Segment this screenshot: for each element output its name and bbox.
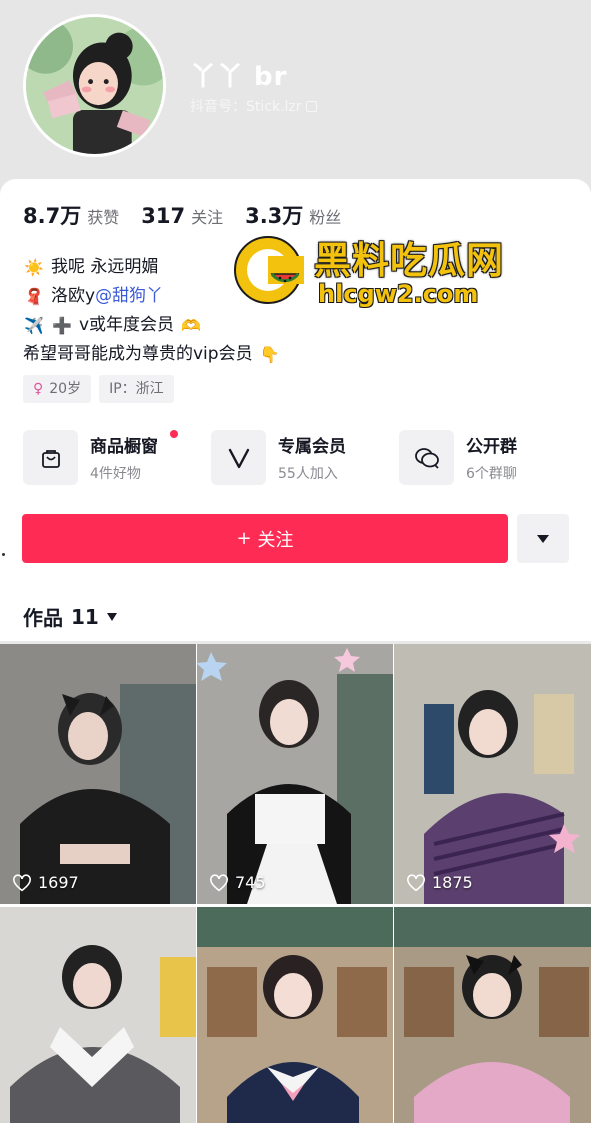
avatar[interactable] bbox=[23, 14, 166, 157]
follow-button[interactable]: + 关注 bbox=[22, 514, 508, 563]
service-title: 商品橱窗 bbox=[90, 437, 158, 457]
stat-value: 8.7万 bbox=[23, 204, 82, 228]
stat-label: 关注 bbox=[191, 208, 224, 227]
stat-label: 粉丝 bbox=[309, 208, 342, 227]
service-group-chat[interactable]: 公开群 6个群聊 bbox=[399, 430, 571, 485]
mention-link[interactable]: @甜狗丫 bbox=[95, 286, 163, 306]
like-count: 1697 bbox=[12, 873, 79, 892]
service-title: 专属会员 bbox=[278, 437, 346, 457]
tab-label: 作品 bbox=[23, 606, 63, 630]
tab-works[interactable]: 作品 11 bbox=[23, 602, 117, 631]
like-count-text: 1875 bbox=[432, 873, 473, 892]
service-subtitle: 55人加入 bbox=[278, 466, 338, 482]
bio-text: 我呢 永远明媚 bbox=[51, 257, 159, 277]
like-count-text: 745 bbox=[235, 873, 266, 892]
video-thumbnail[interactable]: 1875 bbox=[394, 644, 591, 904]
service-showcase[interactable]: 商品橱窗 4件好物 bbox=[23, 430, 211, 485]
service-membership[interactable]: 专属会员 55人加入 bbox=[211, 430, 399, 485]
stat-following[interactable]: 317 关注 bbox=[141, 204, 223, 228]
video-preview-image bbox=[197, 644, 393, 904]
chat-group-icon bbox=[399, 430, 454, 485]
notification-dot bbox=[170, 430, 178, 438]
like-count: 745 bbox=[209, 873, 266, 892]
point-down-icon: 👇 bbox=[259, 344, 280, 364]
video-preview-image bbox=[0, 907, 196, 1123]
bio-line-3: ✈️ ➕ v或年度会员 🫶 bbox=[23, 311, 281, 340]
video-preview-image bbox=[0, 644, 196, 904]
stats-row: 8.7万 获赞 317 关注 3.3万 粉丝 bbox=[23, 200, 341, 230]
nickname: 丫丫 br bbox=[190, 62, 288, 92]
stat-followers[interactable]: 3.3万 粉丝 bbox=[245, 200, 341, 230]
bio-text: 洛欧y@甜狗丫 bbox=[51, 282, 163, 311]
bio-text: 希望哥哥能成为尊贵的vip会员 bbox=[23, 344, 253, 364]
profile-tags: ♀ 20岁 IP：浙江 bbox=[23, 375, 174, 403]
like-count-text: 1697 bbox=[38, 873, 79, 892]
service-subtitle: 4件好物 bbox=[90, 466, 141, 482]
bio-line-4: 希望哥哥能成为尊贵的vip会员 👇 bbox=[23, 340, 281, 369]
chevron-down-icon bbox=[106, 612, 117, 621]
video-thumbnail[interactable] bbox=[394, 907, 591, 1123]
plus-icon: + bbox=[236, 528, 252, 549]
tag-text: 20岁 bbox=[49, 381, 82, 397]
profile-header: 丫丫 br 抖音号：Stick.lzr bbox=[0, 0, 591, 200]
ip-tag: IP：浙江 bbox=[99, 375, 174, 403]
airplane-icon: ✈️ bbox=[24, 315, 44, 335]
bio-text-part: 洛欧y bbox=[51, 286, 96, 306]
sun-icon: ☀️ bbox=[24, 257, 44, 277]
video-grid: 1697 745 1875 bbox=[0, 644, 591, 1123]
stat-value: 3.3万 bbox=[245, 204, 304, 228]
video-thumbnail[interactable] bbox=[197, 907, 393, 1123]
plus-icon: ➕ bbox=[52, 315, 72, 335]
avatar-cartoon-girl-icon bbox=[26, 17, 163, 154]
chevron-down-icon bbox=[537, 534, 549, 543]
tag-text: IP：浙江 bbox=[109, 381, 164, 397]
heart-icon bbox=[210, 873, 228, 891]
service-title: 公开群 bbox=[466, 437, 517, 457]
watermark-url: hlcgw2.com bbox=[318, 280, 479, 308]
watermark: 黑料吃瓜网 hlcgw2.com bbox=[232, 230, 522, 310]
watermark-logo-icon bbox=[234, 236, 304, 304]
tab-count: 11 bbox=[71, 604, 99, 629]
scarf-icon: 🧣 bbox=[24, 286, 44, 306]
female-icon: ♀ bbox=[33, 381, 44, 397]
divider-dot bbox=[2, 553, 5, 556]
copy-icon[interactable] bbox=[305, 100, 317, 112]
video-thumbnail[interactable] bbox=[0, 907, 196, 1123]
video-preview-image bbox=[394, 644, 591, 904]
follow-label: 关注 bbox=[257, 529, 294, 551]
more-dropdown-button[interactable] bbox=[517, 514, 569, 563]
watermark-title: 黑料吃瓜网 bbox=[314, 239, 504, 282]
video-preview-image bbox=[197, 907, 393, 1123]
age-tag: ♀ 20岁 bbox=[23, 375, 92, 403]
stat-label: 获赞 bbox=[87, 208, 120, 227]
douyin-id-text: 抖音号：Stick.lzr bbox=[190, 99, 302, 115]
like-count: 1875 bbox=[406, 873, 473, 892]
video-thumbnail[interactable]: 1697 bbox=[0, 644, 196, 904]
bio-text: v或年度会员 bbox=[79, 315, 175, 335]
service-subtitle: 6个群聊 bbox=[466, 466, 517, 482]
video-preview-image bbox=[394, 907, 591, 1123]
heart-icon bbox=[13, 873, 31, 891]
stat-value: 317 bbox=[141, 204, 186, 228]
heart-hands-icon: 🫶 bbox=[181, 315, 202, 335]
heart-icon bbox=[407, 873, 425, 891]
stat-likes[interactable]: 8.7万 获赞 bbox=[23, 200, 119, 230]
vip-v-icon bbox=[211, 430, 266, 485]
shopping-bag-icon bbox=[23, 430, 78, 485]
douyin-id: 抖音号：Stick.lzr bbox=[190, 96, 317, 116]
video-thumbnail[interactable]: 745 bbox=[197, 644, 393, 904]
service-row: 商品橱窗 4件好物 专属会员 55人加入 公开群 6个群聊 bbox=[23, 430, 571, 485]
